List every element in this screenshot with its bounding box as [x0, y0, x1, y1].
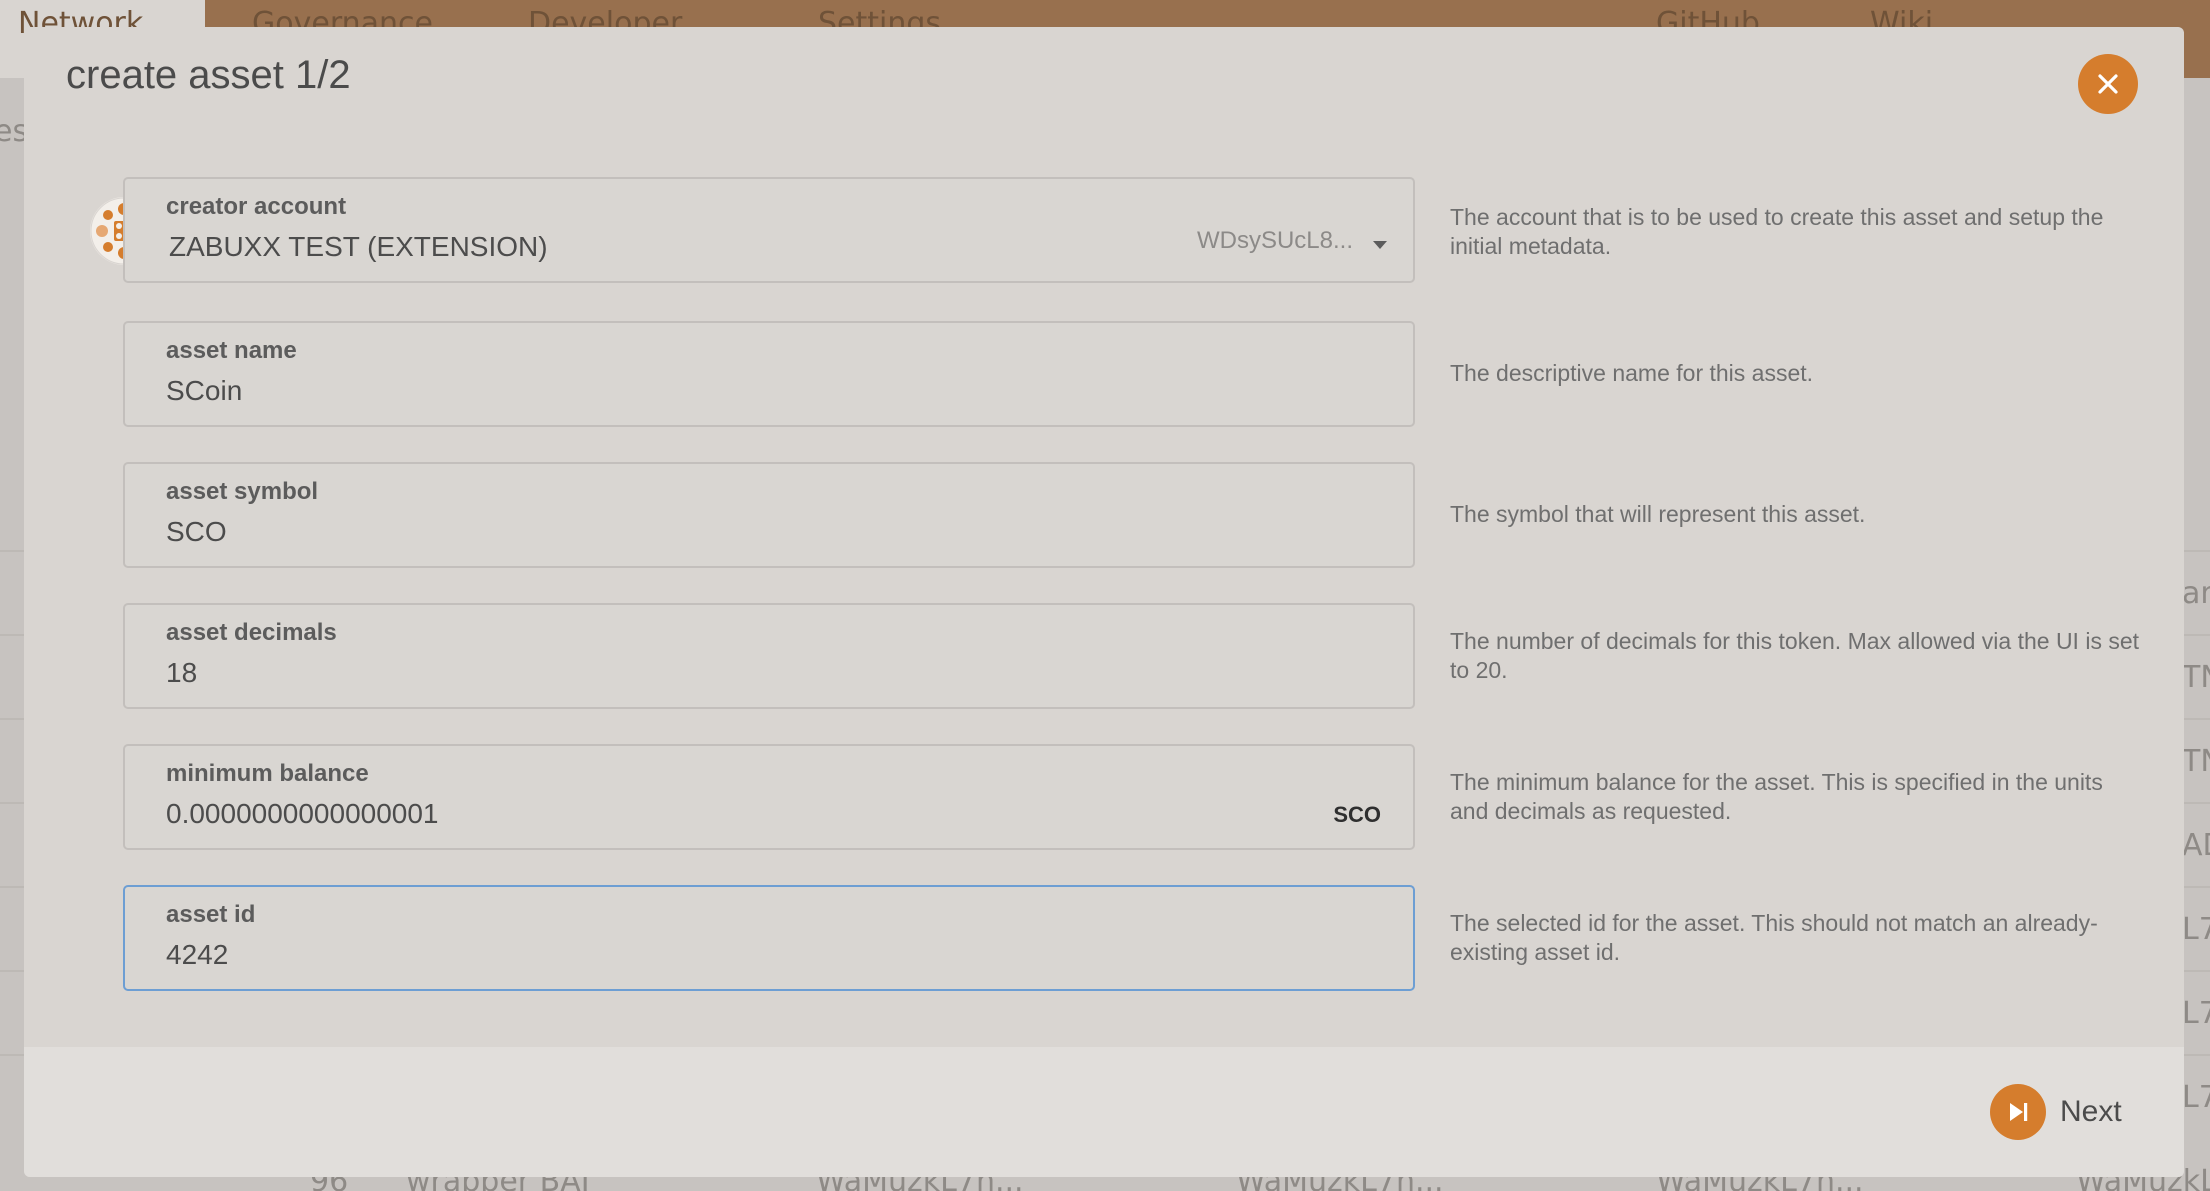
asset-decimals-field[interactable]: asset decimals: [123, 603, 1415, 709]
asset-name-label: asset name: [166, 337, 297, 364]
asset-symbol-field[interactable]: asset symbol: [123, 462, 1415, 568]
background-cell: L7: [2182, 1080, 2210, 1115]
background-cell: L7: [2182, 996, 2210, 1031]
creator-account-dropdown[interactable]: creator account ZABUXX TEST (EXTENSION) …: [123, 177, 1415, 283]
asset-decimals-help: The number of decimals for this token. M…: [1450, 628, 2140, 683]
background-cell: am: [2182, 576, 2210, 611]
background-cell: L7: [2182, 912, 2210, 947]
caret-down-icon: [1373, 241, 1387, 249]
next-button-label: Next: [2060, 1095, 2122, 1128]
asset-symbol-input[interactable]: [166, 516, 1266, 548]
background-cell: AD: [2182, 828, 2210, 863]
asset-symbol-label: asset symbol: [166, 478, 319, 505]
next-button[interactable]: Next: [1990, 1084, 2122, 1140]
asset-id-input[interactable]: [166, 939, 1266, 971]
asset-decimals-input[interactable]: [166, 657, 1266, 689]
close-icon: [2098, 74, 2118, 94]
modal-title: create asset 1/2: [66, 53, 351, 97]
creator-account-help: The account that is to be used to create…: [1450, 204, 2104, 259]
asset-id-help: The selected id for the asset. This shou…: [1450, 910, 2098, 965]
creator-account-label: creator account: [166, 193, 347, 220]
create-asset-modal: create asset 1/2 creator account ZABUXX …: [24, 27, 2184, 1177]
minimum-balance-help: The minimum balance for the asset. This …: [1450, 769, 2103, 824]
play-next-icon: [1990, 1084, 2046, 1140]
asset-decimals-label: asset decimals: [166, 619, 337, 646]
background-cell: TN: [2182, 660, 2210, 695]
close-button[interactable]: [2078, 54, 2138, 114]
asset-id-label: asset id: [166, 901, 256, 928]
minimum-balance-field[interactable]: minimum balance SCO: [123, 744, 1415, 850]
asset-name-help: The descriptive name for this asset.: [1450, 360, 1814, 386]
modal-footer: [24, 1047, 2184, 1177]
creator-account-address: WDsySUcL8...: [1196, 227, 1353, 254]
asset-id-field[interactable]: asset id: [123, 885, 1415, 991]
background-cell: TN: [2182, 744, 2210, 779]
minimum-balance-unit: SCO: [1333, 802, 1381, 827]
asset-name-input[interactable]: [166, 375, 1266, 407]
asset-name-field[interactable]: asset name: [123, 321, 1415, 427]
creator-account-value: ZABUXX TEST (EXTENSION): [169, 231, 548, 262]
asset-symbol-help: The symbol that will represent this asse…: [1450, 501, 1866, 527]
minimum-balance-label: minimum balance: [166, 760, 369, 787]
minimum-balance-input[interactable]: [166, 798, 1266, 830]
